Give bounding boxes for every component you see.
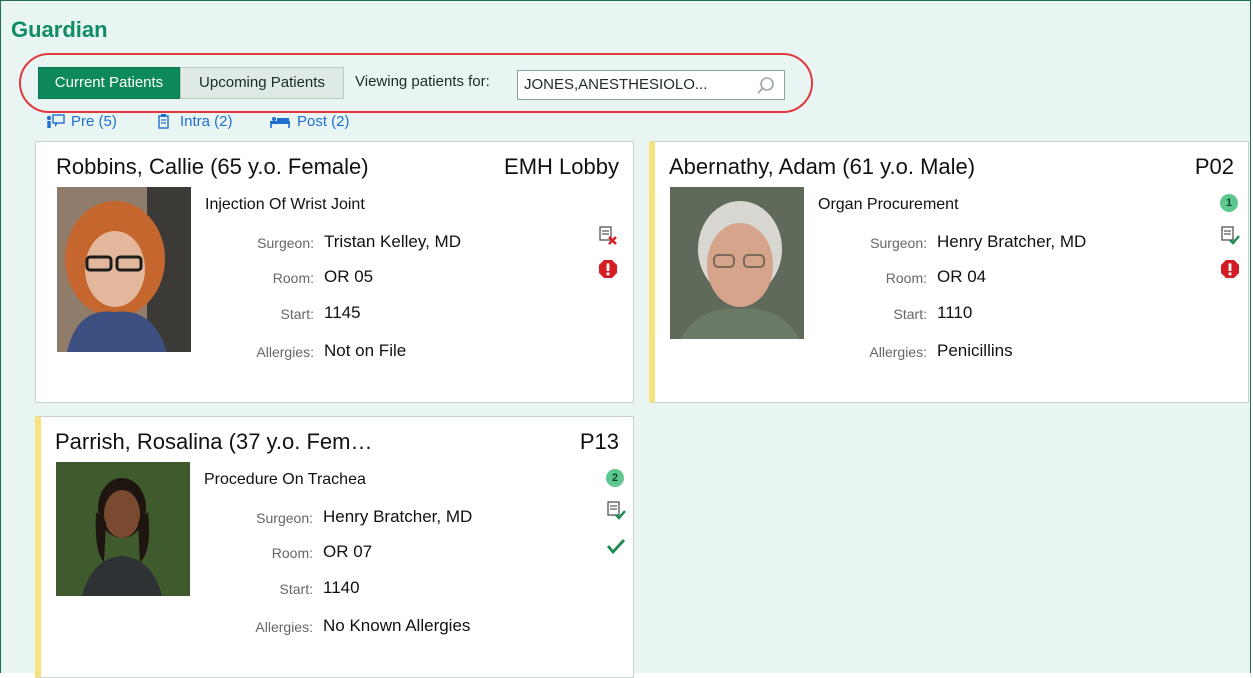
patient-card-robbins[interactable]: Robbins, Callie (65 y.o. Female) EMH Lob… — [35, 141, 634, 403]
start-value: 1110 — [937, 303, 973, 322]
patient-card-parrish[interactable]: Parrish, Rosalina (37 y.o. Fem… P13 Proc… — [35, 416, 634, 678]
patient-location: P13 — [579, 429, 619, 454]
phase-link-pre[interactable]: Pre (5) — [45, 113, 117, 130]
allergies-value: No Known Allergies — [323, 616, 471, 635]
search-icon[interactable] — [756, 76, 776, 96]
start-label: Start: — [280, 306, 314, 322]
note-approved-icon[interactable] — [1220, 225, 1240, 245]
surgeon-label: Surgeon: — [256, 510, 313, 526]
app-title: Guardian — [11, 17, 108, 42]
viewing-label: Viewing patients for: — [355, 73, 490, 90]
note-rejected-icon[interactable] — [598, 225, 618, 245]
count-badge: 2 — [606, 469, 624, 487]
procedure-name: Injection Of Wrist Joint — [205, 196, 365, 213]
room-value: OR 05 — [324, 267, 374, 286]
patient-photo — [670, 187, 804, 339]
allergies-label: Allergies: — [256, 344, 314, 360]
surgeon-label: Surgeon: — [870, 235, 927, 251]
room-label: Room: — [885, 270, 927, 286]
alert-icon[interactable] — [598, 259, 618, 279]
count-badge: 1 — [1220, 194, 1238, 212]
intra-op-icon — [158, 113, 169, 129]
phase-label-post: Post (2) — [297, 113, 350, 130]
room-value: OR 07 — [323, 542, 373, 561]
post-op-icon — [270, 116, 290, 128]
patient-photo — [57, 187, 191, 352]
patient-name: Abernathy, Adam (61 y.o. Male) — [669, 154, 976, 179]
allergies-label: Allergies: — [869, 344, 927, 360]
start-label: Start: — [279, 581, 313, 597]
surgeon-value: Tristan Kelley, MD — [324, 232, 461, 251]
room-value: OR 04 — [937, 267, 987, 286]
phase-label-pre: Pre (5) — [71, 113, 117, 130]
checkmark-icon — [606, 539, 626, 555]
procedure-name: Organ Procurement — [818, 196, 959, 213]
allergies-value: Not on File — [324, 341, 407, 360]
patient-location: P02 — [1194, 154, 1234, 179]
patient-photo — [56, 462, 190, 596]
start-value: 1145 — [324, 303, 361, 322]
patient-name: Parrish, Rosalina (37 y.o. Fem… — [55, 429, 373, 454]
tab-current-patients[interactable]: Current Patients — [38, 67, 180, 99]
start-value: 1140 — [323, 578, 360, 597]
surgeon-value: Henry Bratcher, MD — [937, 232, 1087, 251]
patient-location: EMH Lobby — [504, 154, 619, 179]
patient-card-abernathy[interactable]: Abernathy, Adam (61 y.o. Male) P02 Organ… — [649, 141, 1249, 403]
tab-upcoming-patients[interactable]: Upcoming Patients — [180, 67, 344, 99]
provider-search-input[interactable]: JONES,ANESTHESIOLO... — [517, 70, 785, 100]
alert-icon[interactable] — [1220, 259, 1240, 279]
surgeon-value: Henry Bratcher, MD — [323, 507, 473, 526]
surgeon-label: Surgeon: — [257, 235, 314, 251]
phase-label-intra: Intra (2) — [180, 113, 233, 130]
procedure-name: Procedure On Trachea — [204, 471, 366, 488]
allergies-label: Allergies: — [255, 619, 313, 635]
provider-search-value: JONES,ANESTHESIOLO... — [524, 76, 708, 93]
app-frame: Guardian Current Patients Upcoming Patie… — [0, 0, 1251, 678]
start-label: Start: — [893, 306, 927, 322]
phase-link-intra[interactable]: Intra (2) — [156, 113, 233, 130]
room-label: Room: — [271, 545, 313, 561]
pre-op-icon — [46, 113, 65, 128]
room-label: Room: — [272, 270, 314, 286]
note-approved-icon[interactable] — [606, 500, 626, 520]
allergies-value: Penicillins — [937, 341, 1013, 360]
patient-name: Robbins, Callie (65 y.o. Female) — [56, 154, 369, 179]
phase-link-post[interactable]: Post (2) — [269, 113, 350, 130]
